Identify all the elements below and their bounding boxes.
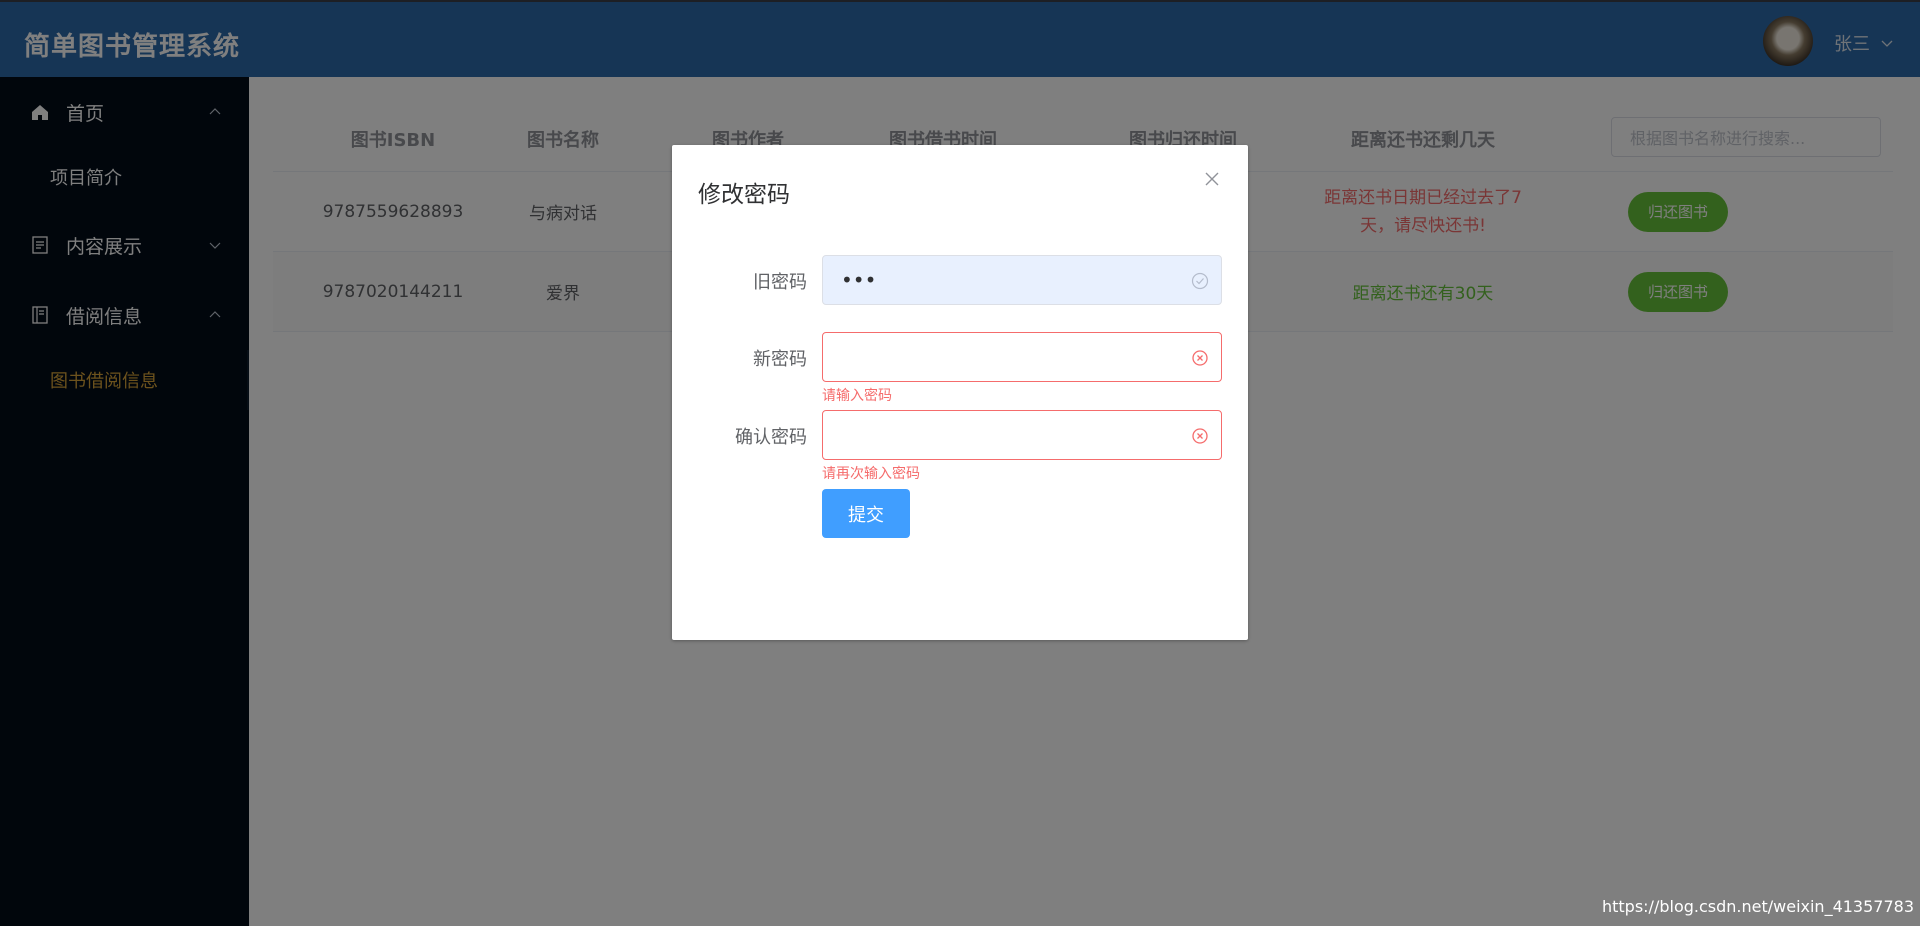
watermark-url: https://blog.csdn.net/weixin_41357783 bbox=[1601, 897, 1914, 916]
new-password-error: 请输入密码 bbox=[822, 388, 892, 404]
old-password-value: ••• bbox=[841, 268, 877, 292]
change-password-dialog: 修改密码 旧密码 ••• 新密码 请输入密码 确认密码 请再次输入密码 提交 bbox=[672, 145, 1248, 640]
submit-button[interactable]: 提交 bbox=[822, 489, 910, 538]
check-circle-icon bbox=[1191, 272, 1209, 290]
confirm-password-error: 请再次输入密码 bbox=[822, 466, 920, 482]
new-password-label: 新密码 bbox=[753, 349, 807, 370]
error-circle-icon bbox=[1192, 428, 1208, 444]
old-password-label: 旧密码 bbox=[753, 272, 807, 293]
error-circle-icon bbox=[1192, 350, 1208, 366]
confirm-password-label: 确认密码 bbox=[735, 427, 807, 448]
close-icon[interactable] bbox=[1204, 171, 1220, 187]
dialog-title: 修改密码 bbox=[698, 182, 790, 208]
old-password-field[interactable]: ••• bbox=[822, 255, 1222, 305]
confirm-password-field[interactable] bbox=[822, 410, 1222, 460]
new-password-field[interactable] bbox=[822, 332, 1222, 382]
